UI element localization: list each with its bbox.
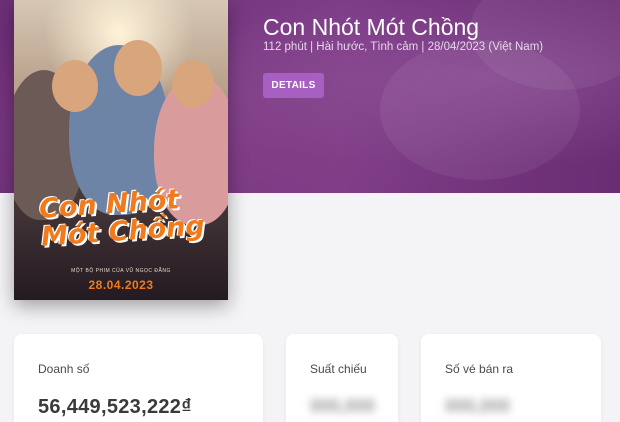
revenue-card: Doanh số 56,449,523,222₫ <box>14 334 263 422</box>
movie-title: Con Nhót Mót Chồng <box>263 14 480 40</box>
poster-face <box>172 60 214 108</box>
movie-poster: Con Nhót Mót Chồng MỘT BỘ PHIM CỦA VŨ NG… <box>14 0 228 300</box>
movie-meta: 112 phút | Hài hước, Tình cảm | 28/04/20… <box>263 41 544 53</box>
poster-title: Con Nhót Mót Chồng <box>38 184 211 253</box>
tickets-label: Số vé bán ra <box>445 362 514 376</box>
poster-credit: MỘT BỘ PHIM CỦA VŨ NGỌC ĐÃNG <box>71 268 171 274</box>
screenings-label: Suất chiếu <box>310 362 367 376</box>
poster-release-date: 28.04.2023 <box>88 278 154 292</box>
screenings-value: 000,000 <box>310 396 376 416</box>
revenue-value: 56,449,523,222₫ <box>38 396 192 418</box>
poster-face <box>52 60 98 112</box>
poster-face <box>114 40 162 96</box>
details-button[interactable]: DETAILS <box>263 73 324 98</box>
tickets-card: Số vé bán ra 000,000 <box>421 334 601 422</box>
screenings-card: Suất chiếu 000,000 <box>286 334 398 422</box>
tickets-value: 000,000 <box>445 396 511 416</box>
revenue-label: Doanh số <box>38 362 90 376</box>
